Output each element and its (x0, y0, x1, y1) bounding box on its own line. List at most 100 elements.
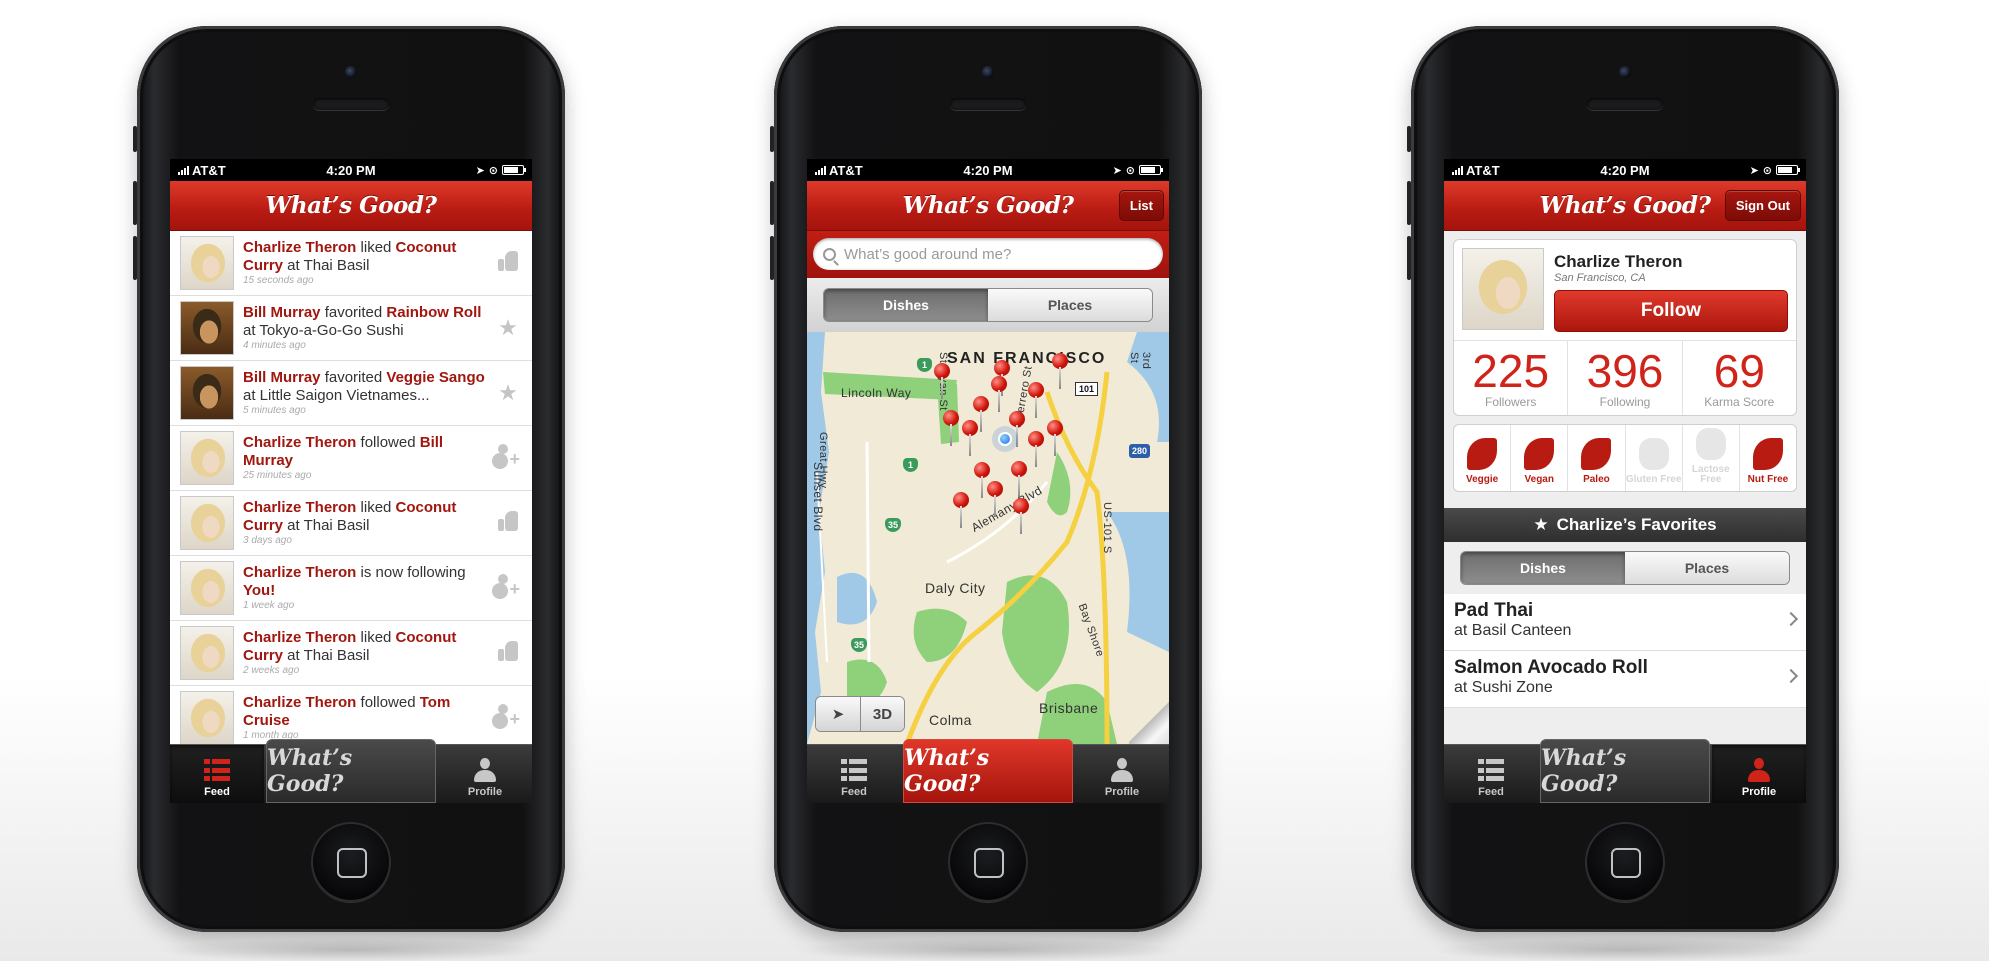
feed-object[interactable]: Rainbow Roll (386, 304, 481, 321)
diet-label: Lactose Free (1691, 464, 1730, 485)
tab-profile[interactable]: Profile (438, 745, 532, 803)
feed-item[interactable]: Charlize Theron liked Coconut Curry at T… (170, 491, 532, 556)
avatar[interactable] (180, 626, 234, 680)
map-pin[interactable] (962, 420, 978, 458)
stat-karma[interactable]: 69 Karma Score (1681, 341, 1796, 415)
segment-dishes[interactable]: Dishes (824, 289, 988, 321)
stat-followers[interactable]: 225 Followers (1454, 341, 1567, 415)
feed-timestamp: 4 minutes ago (243, 340, 306, 351)
map-pin[interactable] (934, 363, 950, 401)
tab-profile[interactable]: Profile (1075, 745, 1169, 803)
map-pin[interactable] (943, 410, 959, 448)
avatar[interactable] (180, 691, 234, 744)
avatar[interactable] (180, 561, 234, 615)
map-pin[interactable] (1009, 411, 1025, 449)
sign-out-button[interactable]: Sign Out (1724, 190, 1801, 221)
feed-item[interactable]: Charlize Theron liked Coconut Curry at T… (170, 621, 532, 686)
battery-icon (1776, 165, 1800, 175)
volume-up (770, 181, 774, 225)
feed-actor[interactable]: Charlize Theron (243, 694, 356, 711)
carrier-label: AT&T (829, 162, 863, 178)
feed-item[interactable]: Bill Murray favorited Veggie Sango at Li… (170, 361, 532, 426)
stat-following[interactable]: 396 Following (1567, 341, 1681, 415)
thumbs-up-icon[interactable] (498, 509, 518, 531)
tab-feed[interactable]: Feed (807, 745, 901, 803)
map-view[interactable]: SAN FRANCISCO Daly City Brisbane Colma L… (807, 332, 1169, 744)
avatar[interactable] (180, 301, 234, 355)
home-button[interactable] (1585, 822, 1665, 902)
thumbs-up-icon[interactable] (498, 249, 518, 271)
feed-item[interactable]: Bill Murray favorited Rainbow Roll at To… (170, 296, 532, 361)
feed-actor[interactable]: Charlize Theron (243, 564, 356, 581)
map-pin[interactable] (1028, 382, 1044, 420)
diet-nut-free[interactable]: Nut Free (1738, 425, 1796, 491)
feed-item[interactable]: Charlize Theron liked Coconut Curry at T… (170, 231, 532, 296)
map-pin[interactable] (1028, 431, 1044, 469)
diet-paleo[interactable]: Paleo (1567, 425, 1624, 491)
feed-item[interactable]: Charlize Theron is now following You! 1 w… (170, 556, 532, 621)
segment-places[interactable]: Places (988, 289, 1152, 321)
map-pin[interactable] (1052, 353, 1068, 391)
map-pin[interactable] (1011, 461, 1027, 499)
avatar[interactable] (180, 496, 234, 550)
map-pin[interactable] (1013, 498, 1029, 536)
avatar[interactable] (180, 431, 234, 485)
add-person-icon[interactable] (496, 704, 520, 730)
feed-rest: at Thai Basil (283, 517, 370, 534)
activity-feed[interactable]: Charlize Theron liked Coconut Curry at T… (170, 231, 532, 744)
feed-item[interactable]: Charlize Theron followed Tom Cruise 1 mon… (170, 686, 532, 744)
segment-places[interactable]: Places (1625, 552, 1789, 584)
tab-whats-good[interactable]: What’s Good? (1540, 739, 1710, 803)
status-bar: AT&T 4:20 PM ➤ ⊙ (1444, 159, 1806, 181)
feed-item[interactable]: Charlize Theron followed Bill Murray 25 m… (170, 426, 532, 491)
home-button[interactable] (948, 822, 1028, 902)
add-person-icon[interactable] (496, 444, 520, 470)
segment-dishes[interactable]: Dishes (1461, 552, 1625, 584)
map-pin[interactable] (1047, 420, 1063, 458)
diet-veggie[interactable]: Veggie (1454, 425, 1510, 491)
favorite-item[interactable]: Pad Thai at Basil Canteen (1444, 594, 1806, 651)
tab-whats-good[interactable]: What’s Good? (266, 739, 436, 803)
feed-text: Bill Murray favorited Rainbow Roll at To… (243, 304, 494, 352)
feed-text: Charlize Theron followed Tom Cruise 1 mon… (243, 694, 494, 742)
locate-button[interactable]: ➤ (816, 697, 860, 731)
avatar[interactable] (180, 236, 234, 290)
home-button[interactable] (311, 822, 391, 902)
tab-feed[interactable]: Feed (170, 745, 264, 803)
feed-actor[interactable]: Bill Murray (243, 304, 321, 321)
phone-profile: AT&T 4:20 PM ➤ ⊙ What’s Good? Sign Out Ch… (1407, 26, 1839, 961)
diet-gluten-free[interactable]: Gluten Free (1624, 425, 1682, 491)
feed-object[interactable]: Veggie Sango (386, 369, 484, 386)
map-pin[interactable] (973, 396, 989, 434)
follow-button[interactable]: Follow (1554, 290, 1788, 332)
3d-button[interactable]: 3D (860, 697, 904, 731)
feed-object[interactable]: You! (243, 582, 275, 599)
page-curl[interactable] (1129, 698, 1169, 744)
map-label-colma: Colma (929, 712, 972, 728)
favorite-item[interactable]: Salmon Avocado Roll at Sushi Zone (1444, 651, 1806, 708)
feed-actor[interactable]: Charlize Theron (243, 499, 356, 516)
diet-lactose-free[interactable]: Lactose Free (1681, 425, 1739, 491)
app-logo: What’s Good? (902, 192, 1074, 219)
feed-actor[interactable]: Charlize Theron (243, 239, 356, 256)
tab-profile[interactable]: Profile (1712, 745, 1806, 803)
search-input[interactable]: What’s good around me? (813, 238, 1163, 270)
map-pin[interactable] (987, 481, 1003, 519)
thumbs-up-icon[interactable] (498, 639, 518, 661)
feed-actor[interactable]: Bill Murray (243, 369, 321, 386)
list-button[interactable]: List (1118, 190, 1164, 221)
feed-actor[interactable]: Charlize Theron (243, 434, 356, 451)
avatar[interactable] (180, 366, 234, 420)
star-icon[interactable]: ★ (498, 315, 518, 340)
diet-vegan[interactable]: Vegan (1510, 425, 1567, 491)
diet-icon (1638, 438, 1669, 470)
add-person-icon[interactable] (496, 574, 520, 600)
tab-feed[interactable]: Feed (1444, 745, 1538, 803)
map-pin[interactable] (974, 462, 990, 500)
star-icon[interactable]: ★ (498, 380, 518, 405)
feed-actor[interactable]: Charlize Theron (243, 629, 356, 646)
search-placeholder: What’s good around me? (844, 245, 1012, 263)
tab-whats-good[interactable]: What’s Good? (903, 739, 1073, 803)
map-pin[interactable] (991, 376, 1007, 414)
map-pin[interactable] (953, 492, 969, 530)
